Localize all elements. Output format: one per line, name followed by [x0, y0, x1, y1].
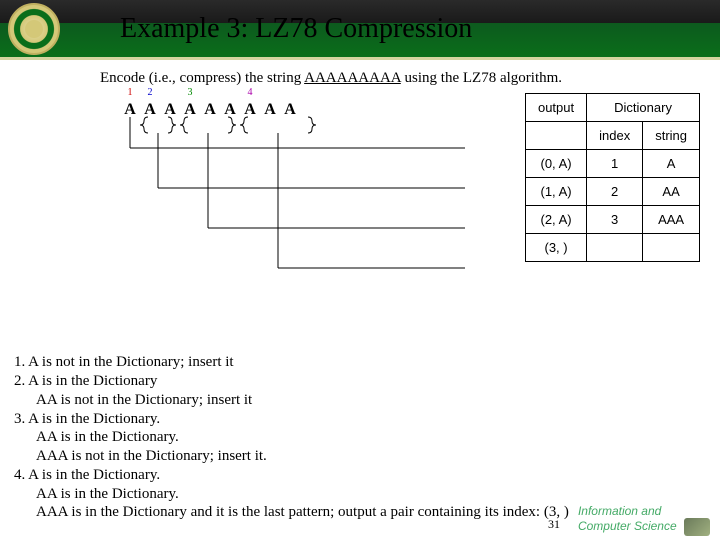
dict-header: Dictionary — [587, 94, 700, 122]
cell-output: (2, A) — [525, 206, 586, 234]
cell-output: (0, A) — [525, 150, 586, 178]
slide-header: Example 3: LZ78 Compression — [0, 0, 720, 60]
step-line: 4. A is in the Dictionary. — [14, 466, 706, 485]
cell-index: 3 — [587, 206, 643, 234]
table-row: (2, A)3AAA — [525, 206, 699, 234]
cell-string: AAA — [643, 206, 700, 234]
cell-output: (3, ) — [525, 234, 586, 262]
cell-string — [643, 234, 700, 262]
instruction-text: Encode (i.e., compress) the string AAAAA… — [100, 70, 720, 87]
diagram-area: A1A2AA3AAA4AA outputDictionary indexstri… — [100, 93, 720, 303]
slide-title: Example 3: LZ78 Compression — [120, 13, 472, 45]
cell-index: 1 — [587, 150, 643, 178]
step-line: 1. A is not in the Dictionary; insert it — [14, 353, 706, 372]
cell-string: A — [643, 150, 700, 178]
instruction-suffix: using the LZ78 algorithm. — [401, 70, 562, 86]
step-line: 3. A is in the Dictionary. — [14, 410, 706, 429]
table-row: (3, ) — [525, 234, 699, 262]
dictionary-table: outputDictionary indexstring (0, A)1A(1,… — [525, 93, 700, 262]
step-line: AAA is not in the Dictionary; insert it. — [14, 447, 706, 466]
col-output: output — [525, 94, 586, 122]
table-row: (0, A)1A — [525, 150, 699, 178]
dept-badge-icon — [684, 518, 710, 536]
instruction-prefix: Encode (i.e., compress) the string — [100, 70, 304, 86]
step-line: AA is in the Dictionary. — [14, 485, 706, 504]
cell-index: 2 — [587, 178, 643, 206]
footer-line1: Information and — [578, 504, 661, 518]
col-string: string — [643, 122, 700, 150]
dept-logo: Information and Computer Science — [578, 504, 710, 536]
col-index: index — [587, 122, 643, 150]
step-line: AA is in the Dictionary. — [14, 428, 706, 447]
cell-output: (1, A) — [525, 178, 586, 206]
university-seal-icon — [8, 3, 60, 55]
table-row: (1, A)2AA — [525, 178, 699, 206]
cell-index — [587, 234, 643, 262]
connector-lines — [100, 93, 520, 293]
instruction-target: AAAAAAAAA — [304, 70, 401, 86]
steps-list: 1. A is not in the Dictionary; insert it… — [14, 353, 706, 522]
footer-line2: Computer Science — [578, 519, 677, 533]
cell-string: AA — [643, 178, 700, 206]
step-line: 2. A is in the Dictionary — [14, 372, 706, 391]
step-line: AA is not in the Dictionary; insert it — [14, 391, 706, 410]
page-number: 31 — [548, 517, 560, 532]
